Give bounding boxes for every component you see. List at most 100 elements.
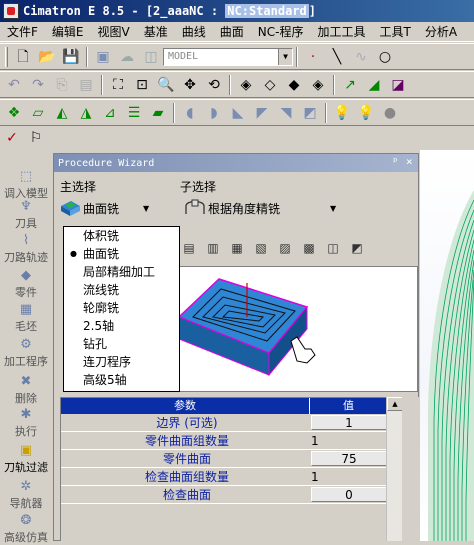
surface-drive-icon[interactable]: ☰: [124, 103, 144, 123]
chevron-down-icon[interactable]: ▼: [143, 204, 149, 213]
menu-curve[interactable]: 曲线: [175, 23, 213, 40]
option-local-finish[interactable]: 局部精细加工: [64, 263, 179, 281]
graphics-viewport[interactable]: [420, 150, 474, 541]
surface-loft-icon[interactable]: ▱: [28, 103, 48, 123]
load-template-icon[interactable]: ▩: [299, 238, 319, 258]
option-contour[interactable]: 轮廓铣: [64, 299, 179, 317]
toolbar-grip[interactable]: [5, 46, 8, 67]
line-icon[interactable]: ╲: [327, 47, 347, 67]
circle-icon[interactable]: ○: [375, 47, 395, 67]
surface-tool-icon[interactable]: ◢: [364, 75, 384, 95]
surface-ruled-icon[interactable]: ◮: [76, 103, 96, 123]
left-panel-toolbar: ✓ ⚐: [0, 127, 52, 149]
option-advanced-5-axis[interactable]: 高级5轴: [64, 371, 179, 389]
model-combo[interactable]: MODEL ▼: [163, 47, 293, 66]
preview-icon[interactable]: ▧: [251, 238, 271, 258]
lp-machining-program[interactable]: ⚙ 加工程序: [0, 338, 52, 369]
option-link-program[interactable]: 连刀程序: [64, 353, 179, 371]
lp-advanced-simulation[interactable]: ❂ 高级仿真: [0, 514, 52, 545]
option-drill[interactable]: 钻孔: [64, 335, 179, 353]
surface-offset-icon[interactable]: ⊿: [100, 103, 120, 123]
lp-tool[interactable]: ♆ 刀具: [0, 200, 52, 231]
option-volume-milling[interactable]: 体积铣: [64, 227, 179, 245]
surface-rebuild-icon[interactable]: ◩: [300, 103, 320, 123]
left-panel: ⬚ 调入模型 ♆ 刀具 ⌇ 刀路轨迹 ◆ 零件 ▦ 毛坯 ⚙ 加工程序 ✖ 删除 ✱ 执行 ▣ 刀…: [0, 150, 52, 544]
open-folder-icon[interactable]: 📂: [37, 47, 57, 67]
parameters-icon[interactable]: ▥: [203, 238, 223, 258]
surface-blend-icon[interactable]: ❖: [4, 103, 24, 123]
checkmark-icon[interactable]: ✓: [2, 128, 22, 148]
wizard-titlebar[interactable]: Procedure Wizard ᵖ ×: [54, 154, 418, 172]
surface-extend-icon[interactable]: ◣: [228, 103, 248, 123]
lp-stock[interactable]: ▦ 毛坯: [0, 303, 52, 334]
flag-icon[interactable]: ⚐: [26, 128, 46, 148]
undo-icon[interactable]: ↶: [4, 75, 24, 95]
option-streamline[interactable]: 流线铣: [64, 281, 179, 299]
fit-view-icon[interactable]: ⛶: [108, 75, 128, 95]
param-value-button[interactable]: 0: [311, 487, 387, 502]
lp-execute[interactable]: ✱ 执行: [0, 408, 52, 439]
point-icon[interactable]: ·: [303, 47, 323, 67]
sub-select-dropdown[interactable]: 根据角度精铣 ▼: [184, 197, 344, 219]
pan-icon[interactable]: ✥: [180, 75, 200, 95]
menu-datum[interactable]: 基准: [137, 23, 175, 40]
lp-navigator[interactable]: ✲ 导航器: [0, 480, 52, 511]
close-icon[interactable]: ×: [406, 155, 413, 168]
lp-part[interactable]: ◆ 零件: [0, 269, 52, 300]
table-scrollbar[interactable]: ▲: [386, 397, 403, 541]
lp-load-model[interactable]: ⬚ 调入模型: [0, 170, 52, 201]
chevron-down-icon[interactable]: ▼: [330, 204, 336, 213]
surface-sweep-icon[interactable]: ◭: [52, 103, 72, 123]
main-select-dropdown[interactable]: 曲面铣 ▼: [59, 197, 181, 219]
pin-icon[interactable]: ᵖ: [392, 155, 399, 168]
paste-icon[interactable]: ▤: [76, 75, 96, 95]
surface-trim-icon[interactable]: ◗: [204, 103, 224, 123]
curve-tool-icon[interactable]: ↗: [340, 75, 360, 95]
surface-fill-icon[interactable]: ▰: [148, 103, 168, 123]
save-template-icon[interactable]: ▨: [275, 238, 295, 258]
reset-icon[interactable]: ◫: [323, 238, 343, 258]
layer-icon[interactable]: ◫: [141, 47, 161, 67]
zoom-box-icon[interactable]: ⊡: [132, 75, 152, 95]
motion-icon[interactable]: ▦: [227, 238, 247, 258]
cube-front-icon[interactable]: ◆: [284, 75, 304, 95]
zoom-icon[interactable]: 🔍: [156, 75, 176, 95]
cloud-icon[interactable]: ☁: [117, 47, 137, 67]
cube-iso-icon[interactable]: ◈: [236, 75, 256, 95]
surface-split-icon[interactable]: ◖: [180, 103, 200, 123]
menu-file[interactable]: 文件F: [0, 23, 45, 40]
rotate-icon[interactable]: ⟲: [204, 75, 224, 95]
lp-delete[interactable]: ✖ 删除: [0, 375, 52, 406]
param-value-button[interactable]: 1: [311, 415, 387, 430]
menu-edit[interactable]: 编辑E: [45, 23, 91, 40]
option-surface-milling[interactable]: 曲面铣: [64, 245, 179, 263]
param-value-button[interactable]: 75: [311, 451, 387, 466]
sphere-icon[interactable]: ●: [380, 103, 400, 123]
lp-toolpath[interactable]: ⌇ 刀路轨迹: [0, 234, 52, 265]
surface-join-icon[interactable]: ◤: [252, 103, 272, 123]
menu-tools[interactable]: 工具T: [372, 23, 417, 40]
menu-machining-tools[interactable]: 加工工具: [310, 23, 372, 40]
spline-icon[interactable]: ∿: [351, 47, 371, 67]
new-file-icon[interactable]: 🗋: [13, 47, 33, 67]
menu-surface[interactable]: 曲面: [213, 23, 251, 40]
cube-top-icon[interactable]: ◇: [260, 75, 280, 95]
scroll-up-icon[interactable]: ▲: [387, 397, 403, 411]
window-icon[interactable]: ▣: [93, 47, 113, 67]
shade-icon[interactable]: ◪: [388, 75, 408, 95]
light-bulb-on-icon[interactable]: 💡: [356, 103, 376, 123]
surface-cut-icon[interactable]: ◥: [276, 103, 296, 123]
menu-view[interactable]: 视图V: [91, 23, 137, 40]
export-icon[interactable]: ◩: [347, 238, 367, 258]
light-bulb-icon[interactable]: 💡: [332, 103, 352, 123]
tool-select-icon[interactable]: ▤: [179, 238, 199, 258]
redo-icon[interactable]: ↷: [28, 75, 48, 95]
chevron-down-icon[interactable]: ▼: [278, 48, 292, 65]
option-2-5-axis[interactable]: 2.5轴: [64, 317, 179, 335]
menu-nc-program[interactable]: NC-程序: [251, 23, 311, 40]
lp-toolpath-filter[interactable]: ▣ 刀轨过滤: [0, 444, 52, 475]
save-icon[interactable]: 💾: [61, 47, 81, 67]
cube-side-icon[interactable]: ◈: [308, 75, 328, 95]
menu-analysis[interactable]: 分析A: [418, 23, 464, 40]
copy-icon[interactable]: ⎘: [52, 75, 72, 95]
